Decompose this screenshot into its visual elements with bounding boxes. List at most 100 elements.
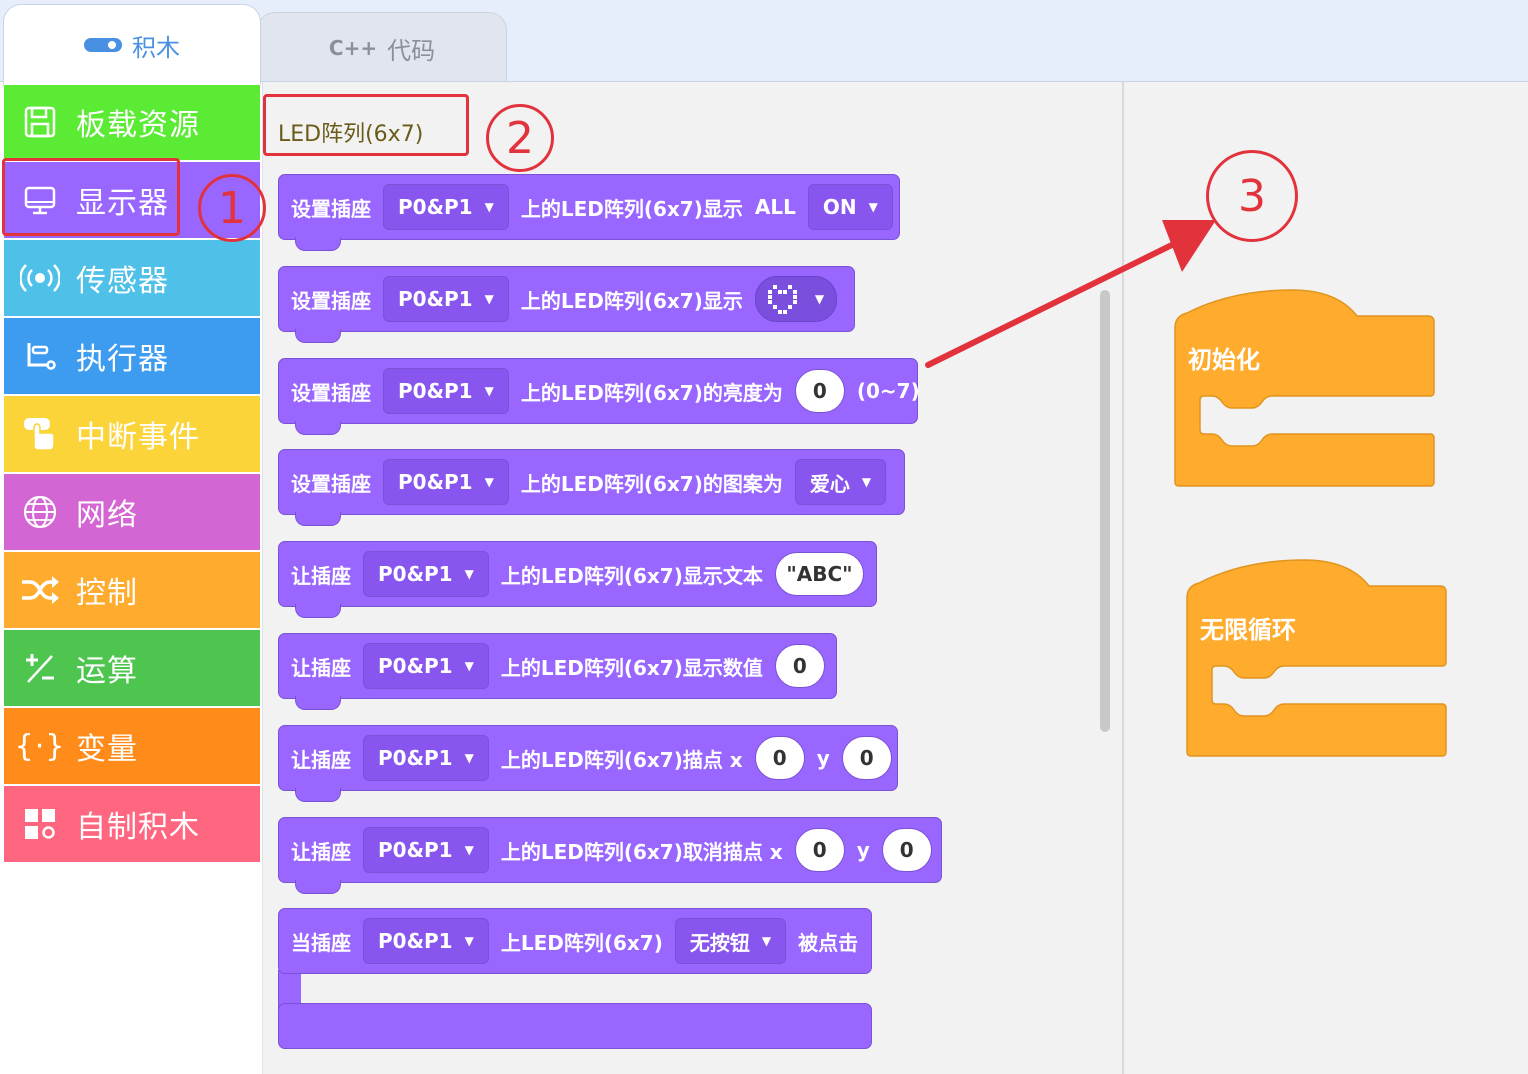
block-led-button-event[interactable]: 当插座 P0&P1 ▼ 上LED阵列(6x7) 无按钮 ▼ 被点击 [278,908,872,974]
block-suffix: (0~7) [856,379,920,403]
state-dropdown[interactable]: ON ▼ [807,184,893,230]
category-label: 板载资源 [76,108,200,143]
port-dropdown[interactable]: P0&P1 ▼ [363,643,489,689]
number-input[interactable]: 0 [774,644,825,688]
button-dropdown[interactable]: 无按钮 ▼ [674,918,787,964]
port-dropdown[interactable]: P0&P1 ▼ [363,735,489,781]
category-interrupt[interactable]: 中断事件 [4,396,260,472]
annotation-circle-1: 1 [198,174,266,242]
category-control[interactable]: 控制 [4,552,260,628]
category-operators[interactable]: 运算 [4,630,260,706]
port-value: P0&P1 [378,838,453,862]
c-block-footer[interactable] [278,1003,872,1049]
block-prefix: 设置插座 [291,196,371,221]
block-prefix: 当插座 [291,930,351,955]
category-variables[interactable]: {·} 变量 [4,708,260,784]
annotation-circle-2: 2 [486,104,554,172]
chevron-down-icon: ▼ [464,567,474,581]
chevron-down-icon: ▼ [814,292,825,306]
port-value: P0&P1 [398,379,473,403]
block-led-plot[interactable]: 让插座 P0&P1 ▼ 上的LED阵列(6x7)描点 x 0 y 0 [278,725,898,802]
block-prefix: 让插座 [291,839,351,864]
block-text: 上的LED阵列(6x7)显示数值 [500,655,763,680]
block-suffix: 被点击 [798,930,859,955]
block-text: 上的LED阵列(6x7)显示 [520,288,743,313]
category-label: 网络 [76,498,138,533]
block-prefix: 设置插座 [291,380,371,405]
category-label: 运算 [76,654,138,689]
port-value: P0&P1 [378,562,453,586]
block-led-pattern[interactable]: 设置插座 P0&P1 ▼ 上的LED阵列(6x7)的图案为 爱心 ▼ [278,449,905,526]
block-led-show-text[interactable]: 让插座 P0&P1 ▼ 上的LED阵列(6x7)显示文本 "ABC" [278,541,877,618]
block-prefix: 设置插座 [291,288,371,313]
y-input[interactable]: 0 [881,828,932,872]
block-text: 上的LED阵列(6x7)描点 x [500,747,743,772]
custom-blocks-icon [20,804,60,844]
port-value: P0&P1 [398,470,473,494]
port-dropdown[interactable]: P0&P1 ▼ [383,184,509,230]
shuffle-icon [20,570,60,610]
category-custom-blocks[interactable]: 自制积木 [4,786,260,862]
x-input[interactable]: 0 [794,828,845,872]
category-label: 变量 [76,732,138,767]
block-text: 上LED阵列(6x7) [500,930,663,955]
tab-blocks[interactable]: 积木 [3,4,261,85]
category-label: 自制积木 [76,810,200,845]
chevron-down-icon: ▼ [484,384,494,398]
image-dropdown[interactable]: ▼ [754,276,838,322]
chevron-down-icon: ▼ [761,934,772,948]
category-label: 中断事件 [76,420,200,455]
chevron-down-icon: ▼ [464,934,474,948]
category-actuator[interactable]: 执行器 [4,318,260,394]
block-led-show-image[interactable]: 设置插座 P0&P1 ▼ 上的LED阵列(6x7)显示 ▼ [278,266,855,343]
category-network[interactable]: 网络 [4,474,260,550]
loop-block-label: 无限循环 [1200,616,1296,644]
tab-code[interactable]: C++ 代码 [257,12,507,83]
category-sensor[interactable]: 传感器 [4,240,260,316]
port-value: P0&P1 [378,746,453,770]
chevron-down-icon: ▼ [464,751,474,765]
category-label: 执行器 [76,342,169,377]
block-text: 上的LED阵列(6x7)显示文本 [500,563,763,588]
brightness-input[interactable]: 0 [794,369,845,413]
block-text: 上的LED阵列(6x7)显示 [520,196,743,221]
chevron-down-icon: ▼ [484,292,494,306]
block-led-show-all[interactable]: 设置插座 P0&P1 ▼ 上的LED阵列(6x7)显示 ALL ON ▼ [278,174,900,251]
block-led-show-number[interactable]: 让插座 P0&P1 ▼ 上的LED阵列(6x7)显示数值 0 [278,633,837,710]
button-value: 无按钮 [689,930,750,955]
state-value: ON [822,195,857,219]
block-led-brightness[interactable]: 设置插座 P0&P1 ▼ 上的LED阵列(6x7)的亮度为 0 (0~7) [278,358,920,435]
port-dropdown[interactable]: P0&P1 ▼ [383,368,509,414]
floppy-icon [20,102,60,142]
radio-waves-icon [20,258,60,298]
loop-hat-block[interactable] [1184,558,1450,758]
tab-blocks-label: 积木 [132,33,180,62]
port-dropdown[interactable]: P0&P1 ▼ [383,459,509,505]
block-prefix: 让插座 [291,563,351,588]
block-prefix: 设置插座 [291,471,371,496]
block-led-unplot[interactable]: 让插座 P0&P1 ▼ 上的LED阵列(6x7)取消描点 x 0 y 0 [278,817,942,894]
heart-pattern-icon [767,284,797,314]
chevron-down-icon: ▼ [464,659,474,673]
port-value: P0&P1 [398,195,473,219]
pattern-dropdown[interactable]: 爱心 ▼ [794,459,887,505]
chevron-down-icon: ▼ [861,475,872,489]
port-dropdown[interactable]: P0&P1 ▼ [363,918,489,964]
annotation-box-section [263,94,469,156]
chevron-down-icon: ▼ [484,200,494,214]
chevron-down-icon: ▼ [484,475,494,489]
pattern-value: 爱心 [809,471,850,496]
chevron-down-icon: ▼ [464,843,474,857]
port-dropdown[interactable]: P0&P1 ▼ [363,827,489,873]
category-onboard[interactable]: 板载资源 [4,84,260,160]
port-dropdown[interactable]: P0&P1 ▼ [383,276,509,322]
port-value: P0&P1 [398,287,473,311]
y-input[interactable]: 0 [841,736,892,780]
block-text: 上的LED阵列(6x7)取消描点 x [500,839,783,864]
text-input[interactable]: "ABC" [774,552,864,596]
port-dropdown[interactable]: P0&P1 ▼ [363,551,489,597]
annotation-arrow [925,220,1216,368]
chevron-down-icon: ▼ [868,200,878,214]
y-label: y [856,838,870,862]
x-input[interactable]: 0 [754,736,805,780]
